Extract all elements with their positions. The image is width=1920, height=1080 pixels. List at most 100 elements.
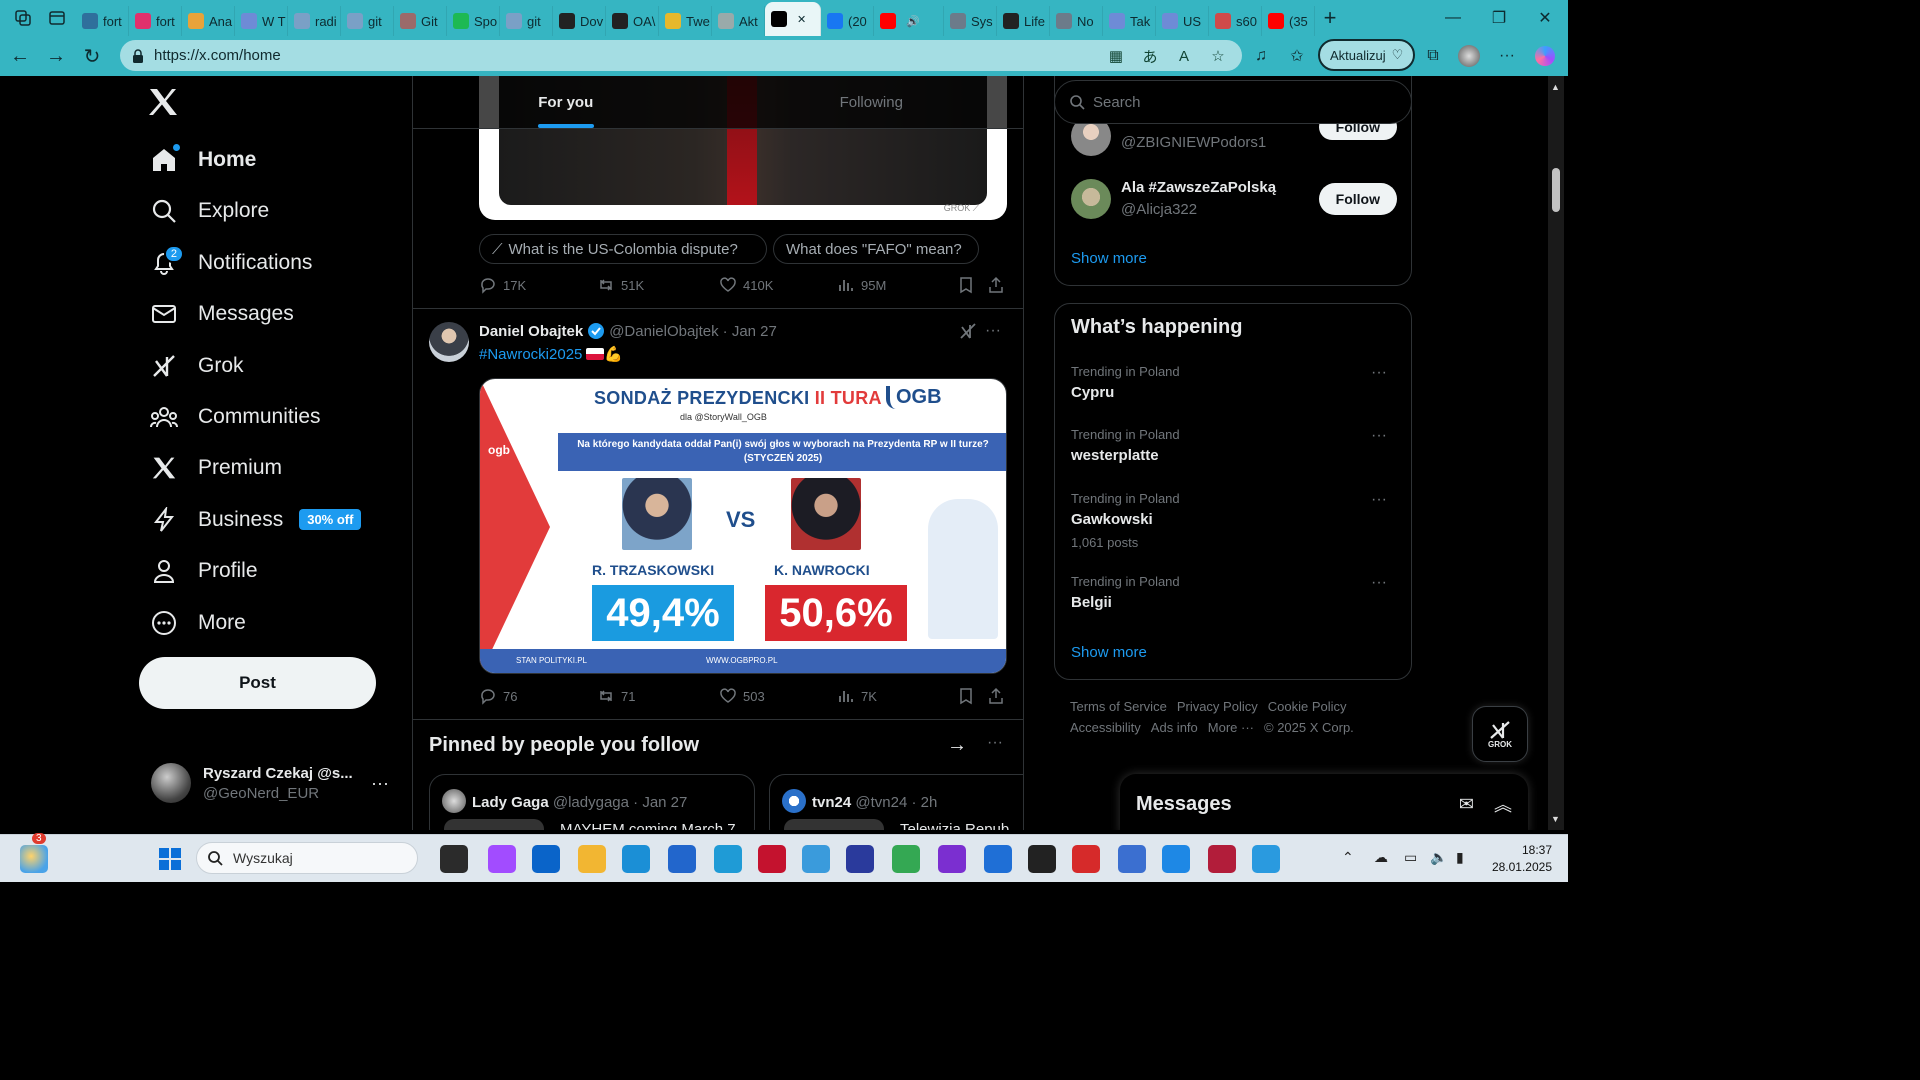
start-button-icon[interactable]	[156, 845, 184, 873]
network-tool-icon[interactable]	[1118, 845, 1146, 873]
x64-app-icon[interactable]	[758, 845, 786, 873]
poll-image[interactable]: ogb SONDAŻ PREZYDENCKI II TURA OGB dla @…	[479, 378, 1007, 674]
app-available-icon[interactable]: ▦	[1106, 46, 1126, 66]
suggestion-handle[interactable]: @ZBIGNIEWPodors1	[1121, 134, 1266, 151]
new-message-icon[interactable]: ✉	[1459, 794, 1474, 815]
trend-item[interactable]: Trending in Poland Belgii ···	[1071, 574, 1397, 611]
browser-tab[interactable]: s60	[1209, 6, 1262, 36]
like-button[interactable]: 503	[719, 687, 765, 705]
notepad-icon[interactable]	[1252, 845, 1280, 873]
battery-icon[interactable]: ▮	[1456, 849, 1464, 866]
bookmark-button[interactable]	[957, 687, 975, 705]
share-button[interactable]	[987, 687, 1005, 705]
browser-tab[interactable]: git	[500, 6, 553, 36]
search-input[interactable]: Search	[1054, 80, 1412, 124]
tab-following[interactable]: Following	[719, 76, 1024, 128]
browser-tab[interactable]: (35	[1262, 6, 1315, 36]
read-aloud-icon[interactable]: A	[1174, 46, 1194, 66]
hashtag-link[interactable]: #Nawrocki2025	[479, 346, 582, 363]
outlook-icon[interactable]	[532, 845, 560, 873]
red-d-app-icon[interactable]	[1208, 845, 1236, 873]
settings-more-icon[interactable]: ···	[1496, 45, 1518, 67]
maximize-button[interactable]: ❐	[1476, 8, 1522, 28]
show-more-link[interactable]: Show more	[1071, 250, 1147, 267]
browser-tab[interactable]: ✕	[765, 2, 821, 36]
monitor-icon[interactable]: ▭	[1404, 849, 1417, 866]
views-button[interactable]: 95M	[837, 276, 886, 294]
footer-link[interactable]: Ads info	[1151, 717, 1198, 738]
reply-button[interactable]: 76	[479, 687, 517, 705]
browser-tab[interactable]: Git	[394, 6, 447, 36]
network-icon[interactable]: ☁	[1374, 849, 1388, 866]
page-scrollbar[interactable]: ▲ ▼	[1548, 76, 1564, 830]
avatar[interactable]	[1071, 179, 1111, 219]
more-dots-icon[interactable]: ···	[1371, 574, 1387, 592]
minimize-button[interactable]: —	[1430, 9, 1476, 27]
more-dots-icon[interactable]: ···	[1371, 491, 1387, 509]
copilot-icon[interactable]	[1534, 45, 1556, 67]
browser-tab[interactable]: OA\	[606, 6, 659, 36]
reply-button[interactable]: 17K	[479, 276, 526, 294]
browser-tab[interactable]: fort	[76, 6, 129, 36]
browser-tab[interactable]: Spo	[447, 6, 500, 36]
edge-icon[interactable]	[622, 845, 650, 873]
browser-tab[interactable]: W T	[235, 6, 288, 36]
repost-button[interactable]: 71	[597, 687, 635, 705]
trend-item[interactable]: Trending in Poland Cypru ···	[1071, 364, 1397, 401]
trend-item[interactable]: Trending in Poland Gawkowski 1,061 posts ··…	[1071, 491, 1397, 550]
author-name[interactable]: Daniel Obajtek	[479, 323, 583, 340]
pinned-card[interactable]: tvn24 @tvn24 · 2h Telewizja Repub	[769, 774, 1023, 830]
follow-button[interactable]: Follow	[1318, 183, 1397, 215]
browser-tab[interactable]: git	[341, 6, 394, 36]
messages-drawer[interactable]: Messages ✉ ︽	[1120, 774, 1528, 830]
nav-item-home[interactable]: Home	[150, 136, 256, 184]
scrollbar-thumb[interactable]	[1552, 168, 1560, 212]
footer-link[interactable]: Cookie Policy	[1268, 696, 1347, 717]
tab-for-you[interactable]: For you	[413, 76, 719, 128]
browser-tab[interactable]: Dov	[553, 6, 606, 36]
expand-chevron-icon[interactable]: ︽	[1494, 791, 1512, 817]
tab-close-icon[interactable]: ✕	[797, 13, 806, 26]
browser-tab[interactable]: fort	[129, 6, 182, 36]
author-handle[interactable]: @DanielObajtek	[609, 323, 718, 340]
url-text[interactable]: https://x.com/home	[154, 47, 281, 64]
paint-icon[interactable]	[802, 845, 830, 873]
show-more-link[interactable]: Show more	[1071, 644, 1147, 661]
browser-tab[interactable]: No	[1050, 6, 1103, 36]
footer-link[interactable]: Privacy Policy	[1177, 696, 1258, 717]
like-button[interactable]: 410K	[719, 276, 773, 294]
post-button[interactable]: Post	[139, 657, 376, 709]
suggestion-handle[interactable]: @Alicja322	[1121, 201, 1197, 218]
forward-button[interactable]: →	[38, 45, 74, 68]
close-window-button[interactable]: ✕	[1522, 8, 1568, 28]
grok-question-chip[interactable]: ⟋ What is the US-Colombia dispute?	[479, 234, 767, 264]
favorite-star-icon[interactable]: ☆	[1208, 46, 1228, 66]
views-button[interactable]: 7K	[837, 687, 877, 705]
update-button[interactable]: Aktualizuj ♡	[1318, 39, 1416, 71]
browser-tab[interactable]: Sys	[944, 6, 997, 36]
repost-button[interactable]: 51K	[597, 276, 644, 294]
nav-item-explore[interactable]: Explore	[150, 187, 269, 235]
refresh-button[interactable]: ↻	[74, 44, 110, 69]
address-bar[interactable]: https://x.com/home ▦ あ A ☆	[120, 40, 1242, 71]
nav-item-grok[interactable]: Grok	[150, 342, 244, 390]
footer-link[interactable]: Terms of Service	[1070, 696, 1167, 717]
nav-item-more[interactable]: More	[150, 599, 246, 647]
nav-item-profile[interactable]: Profile	[150, 547, 258, 595]
more-dots-icon[interactable]: ···	[1371, 364, 1387, 382]
nav-item-premium[interactable]: Premium	[150, 444, 282, 492]
vscode-icon[interactable]	[714, 845, 742, 873]
system-clock[interactable]: 18:37 28.01.2025	[1482, 842, 1552, 876]
tray-chevron-icon[interactable]: ⌃	[1342, 849, 1354, 866]
photos-app-icon[interactable]	[1162, 845, 1190, 873]
profile-avatar-icon[interactable]	[1458, 45, 1480, 67]
podcast-icon[interactable]	[938, 845, 966, 873]
collections-icon[interactable]: ⧉	[1422, 45, 1444, 67]
terminal-icon[interactable]	[1028, 845, 1056, 873]
bookmark-button[interactable]	[957, 276, 975, 294]
nav-item-business[interactable]: Business 30% off	[150, 496, 362, 544]
trend-item[interactable]: Trending in Poland westerplatte ···	[1071, 427, 1397, 464]
copilot-icon[interactable]	[488, 845, 516, 873]
task-view-icon[interactable]	[440, 845, 468, 873]
browser-tab[interactable]: 🔊	[874, 6, 944, 36]
